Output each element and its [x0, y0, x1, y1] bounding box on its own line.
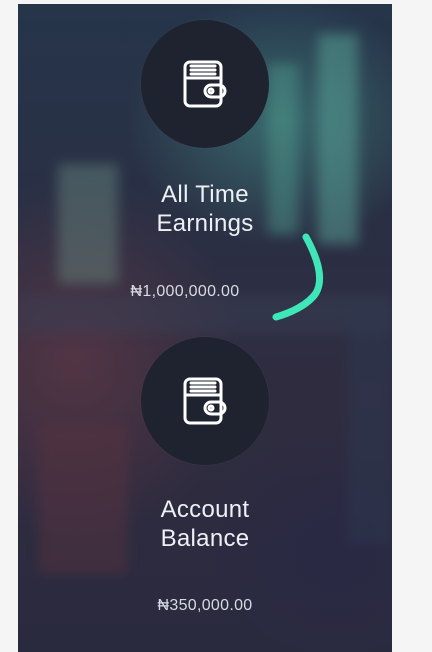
earnings-icon-circle [141, 20, 269, 148]
balance-title-line2: Balance [160, 525, 250, 552]
wallet-icon [183, 377, 227, 425]
balance-title-line1: Account [160, 496, 250, 523]
balance-amount: ₦350,000.00 [157, 597, 253, 614]
wallet-icon [183, 60, 227, 108]
earnings-title-line1: All Time [161, 181, 249, 208]
balance-icon-circle [141, 337, 269, 465]
annotation-scribble [272, 233, 324, 321]
balance-title: Account Balance [18, 495, 392, 553]
screenshot-frame: All Time Earnings ₦1,000,000.00 Account … [0, 0, 432, 652]
dashboard-panel: All Time Earnings ₦1,000,000.00 Account … [18, 4, 392, 652]
